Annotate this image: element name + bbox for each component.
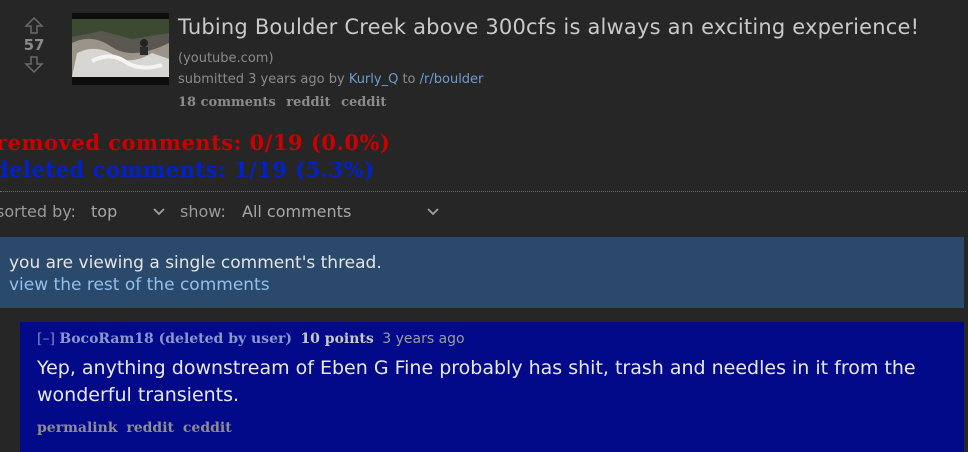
removed-comments-stat: removed comments: 0/19 (0.0%) (0, 130, 391, 155)
comment-body: Yep, anything downstream of Eben G Fine … (37, 357, 916, 406)
deleted-comments-stat: deleted comments: 1/19 (5.3%) (0, 157, 375, 182)
single-thread-notice: you are viewing a single comment's threa… (0, 237, 964, 308)
comment-points: 10 points (300, 331, 374, 347)
comments-link[interactable]: 18 comments (178, 95, 276, 110)
comment-author[interactable]: BocoRam18 (deleted by user) (59, 331, 292, 347)
comment-ceddit-link[interactable]: ceddit (183, 420, 232, 436)
sort-bar: sorted by: top show: All comments (0, 202, 456, 224)
vote-box: 57 (18, 16, 50, 74)
show-chevron-down-icon[interactable] (426, 207, 440, 217)
submitted-text: submitted 3 years ago by (178, 72, 349, 87)
comment-header: [–] BocoRam18 (deleted by user) 10 point… (37, 331, 465, 347)
post-links: 18 comments reddit ceddit (178, 95, 392, 110)
sort-chevron-down-icon[interactable] (152, 207, 166, 217)
ceddit-link[interactable]: ceddit (341, 95, 386, 110)
sorted-by-label: sorted by: (0, 202, 76, 221)
upvote-arrow-icon[interactable] (18, 16, 50, 34)
comment: [–] BocoRam18 (deleted by user) 10 point… (20, 322, 964, 452)
to-text: to (398, 72, 420, 87)
comment-time: 3 years ago (382, 331, 465, 347)
subreddit-link[interactable]: /r/boulder (420, 72, 484, 87)
divider (0, 191, 966, 192)
comment-links: permalink reddit ceddit (37, 420, 236, 436)
post-entry: 57 Tubing Boulder Creek above 300cfs is … (0, 0, 968, 120)
comment-reddit-link[interactable]: reddit (126, 420, 174, 436)
post-title[interactable]: Tubing Boulder Creek above 300cfs is alw… (178, 15, 919, 39)
reddit-link[interactable]: reddit (286, 95, 330, 110)
post-thumbnail[interactable] (72, 13, 169, 85)
collapse-toggle[interactable]: [–] (37, 331, 55, 347)
post-author-link[interactable]: Kurly_Q (349, 72, 399, 87)
post-tagline: submitted 3 years ago by Kurly_Q to /r/b… (178, 72, 483, 87)
permalink-link[interactable]: permalink (37, 420, 117, 436)
post-score: 57 (23, 36, 45, 54)
view-rest-link[interactable]: view the rest of the comments (9, 275, 270, 295)
downvote-arrow-icon[interactable] (18, 56, 50, 74)
show-select[interactable]: All comments (242, 202, 351, 221)
single-thread-text: you are viewing a single comment's threa… (9, 253, 382, 273)
sort-select[interactable]: top (91, 202, 117, 221)
post-domain[interactable]: (youtube.com) (178, 51, 274, 66)
show-label: show: (180, 202, 226, 221)
